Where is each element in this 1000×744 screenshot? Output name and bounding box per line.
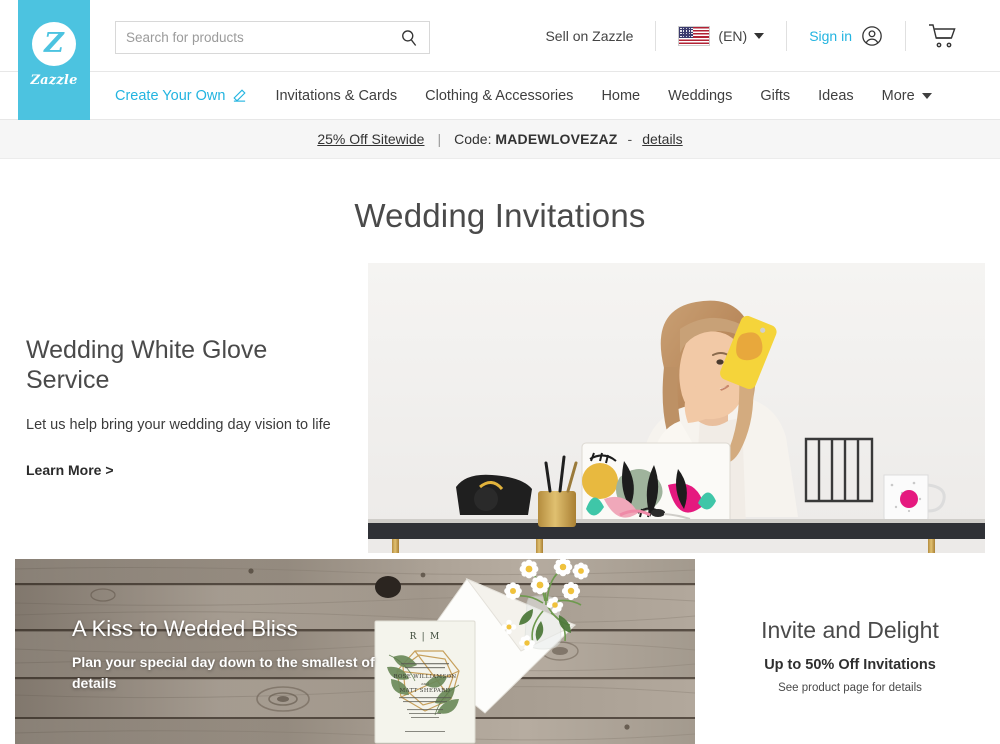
nav-label: Ideas [818,87,854,104]
shopping-cart-icon[interactable] [928,23,958,49]
hero-image[interactable] [368,263,985,553]
promo-details-link[interactable]: details [642,131,682,147]
logo-circle-icon: Z [32,22,76,66]
nav-item-home[interactable]: Home [601,88,640,104]
wood-banner[interactable]: R | M ROSE WILLIAMSON and MATT SHEPARD A… [15,559,695,744]
nav-item-weddings[interactable]: Weddings [668,88,732,104]
page-title: Wedding Invitations [354,197,646,234]
main-navigation: Create Your Own Invitations & Cards Clot… [0,72,1000,120]
nav-item-gifts[interactable]: Gifts [760,88,790,104]
zazzle-logo[interactable]: Z Zazzle [18,0,90,120]
hero-heading: Wedding White Glove Service [26,336,268,394]
hero-body: Let us help bring your wedding day visio… [26,417,331,433]
search-input[interactable] [126,22,399,53]
promo-bar: 25% Off Sitewide | Code: MADEWLOVEZAZ - … [0,120,1000,159]
hero-text-block: Wedding White Glove Service Let us help … [26,335,346,480]
nav-item-clothing-and-accessories[interactable]: Clothing & Accessories [425,88,573,104]
right-promo-heading: Invite and Delight [761,617,939,643]
search-bar[interactable] [115,21,430,54]
chevron-down-icon[interactable] [754,33,765,39]
bottom-section: R | M ROSE WILLIAMSON and MATT SHEPARD A… [0,559,1000,744]
signin-item[interactable]: Sign in [787,21,905,51]
hero-photo-illustration [368,263,985,553]
page-root: Z Zazzle Sell on Zazzle [0,0,1000,744]
svg-text:R | M: R | M [410,632,441,642]
us-flag-icon [678,26,711,46]
nav-label: Home [601,87,641,104]
nav-item-invitations-and-cards[interactable]: Invitations & Cards [275,88,397,104]
nav-label: Create Your Own [115,87,226,104]
wood-banner-heading: A Kiss to Wedded Bliss [72,616,298,641]
right-promo-subheading: Up to 50% Off Invitations [764,657,936,673]
search-icon[interactable] [399,28,419,48]
svg-text:and: and [421,681,429,686]
nav-label: Invitations & Cards [275,87,398,104]
right-promo-fine-print: See product page for details [778,682,922,694]
right-promo-block[interactable]: Invite and Delight Up to 50% Off Invitat… [700,559,1000,744]
header-actions: Sell on Zazzle (EN) Sign in [523,0,980,72]
sell-on-zazzle-item[interactable]: Sell on Zazzle [523,21,655,51]
nav-label: More [881,87,915,104]
user-circle-icon[interactable] [861,25,883,47]
chevron-down-icon [921,92,932,99]
promo-offer-link[interactable]: 25% Off Sitewide [317,131,424,147]
language-selector[interactable]: (EN) [656,21,786,51]
pencil-icon [233,89,247,102]
hero-learn-more-link[interactable]: Learn More > [26,462,114,478]
signin-link[interactable]: Sign in [809,28,852,44]
wood-banner-body: Plan your special day down to the smalle… [72,654,375,691]
nav-label: Clothing & Accessories [425,87,574,104]
nav-label: Gifts [760,87,791,104]
site-header: Z Zazzle Sell on Zazzle [0,0,1000,120]
sell-on-zazzle-link[interactable]: Sell on Zazzle [545,28,633,44]
promo-code-value: MADEWLOVEZAZ [495,131,618,147]
nav-label: Weddings [668,87,733,104]
nav-item-ideas[interactable]: Ideas [818,88,853,104]
svg-text:ROSE WILLIAMSON: ROSE WILLIAMSON [393,674,456,680]
promo-dash: - [627,131,633,147]
cart-item[interactable] [906,21,980,51]
nav-item-more[interactable]: More [882,88,932,104]
logo-wordmark: Zazzle [30,73,78,88]
svg-text:MATT SHEPARD: MATT SHEPARD [400,688,451,694]
promo-separator: | [437,131,442,147]
wood-banner-text: A Kiss to Wedded Bliss Plan your special… [72,616,402,694]
logo-letter: Z [44,27,64,59]
promo-code-label: Code: [454,131,492,147]
nav-item-create-your-own[interactable]: Create Your Own [115,88,247,104]
hero-section: Wedding White Glove Service Let us help … [0,263,1000,553]
language-label: (EN) [718,28,748,44]
